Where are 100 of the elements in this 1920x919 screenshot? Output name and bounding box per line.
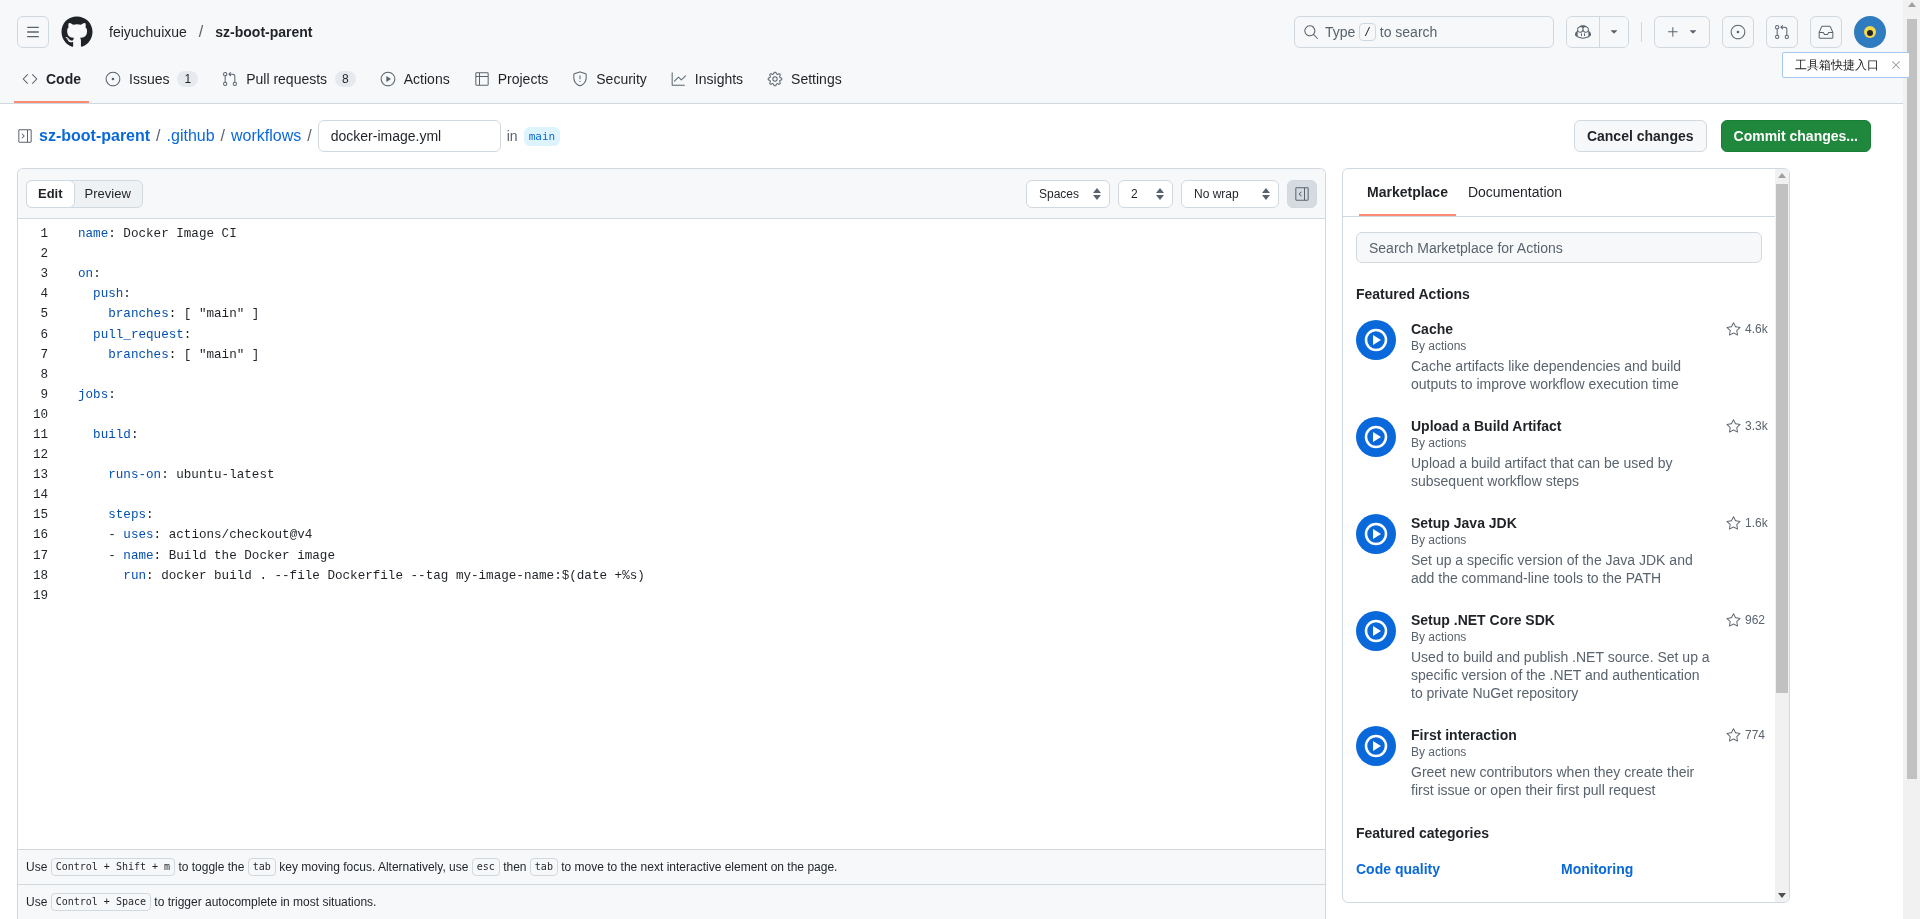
line-number: 3 (39, 267, 48, 282)
wrap-mode-select[interactable]: No wrap (1181, 179, 1279, 208)
graph-icon (670, 71, 687, 87)
file-tree-toggle-icon[interactable] (17, 128, 33, 144)
search-field[interactable]: Type / to search (1294, 16, 1554, 48)
line-number: 13 (31, 468, 48, 483)
repo-link[interactable]: sz-boot-parent (215, 24, 313, 40)
editor-mode-tab[interactable]: Edit (26, 179, 75, 208)
star-count: 4.6k (1745, 322, 1768, 336)
repo-nav-tab[interactable]: Settings (759, 57, 850, 103)
issue-icon (105, 71, 121, 87)
branch-label: main (523, 126, 561, 146)
line-number: 10 (31, 407, 48, 422)
issue-icon (1730, 24, 1746, 40)
action-description: Cache artifacts like dependencies and build outputs to improve workflow execution time (1411, 357, 1683, 393)
table-icon (473, 71, 490, 87)
line-number: 8 (39, 367, 48, 382)
marketplace-search-field[interactable]: Search Marketplace for Actions (1356, 232, 1762, 263)
code-line: name: Docker Image CI (78, 227, 237, 242)
line-number: 1 (39, 227, 48, 242)
code-line: push: (92, 287, 131, 302)
indent-mode-select[interactable]: Spaces (1026, 179, 1110, 208)
action-description: Greet new contributors when they create their first issue or open their first pull request (1411, 763, 1696, 799)
panel-tab[interactable]: Marketplace (1359, 169, 1456, 216)
in-label: in (506, 128, 518, 144)
action-title[interactable]: Upload a Build Artifact (1411, 417, 1711, 435)
action-author: By actions (1411, 532, 1468, 548)
code-icon (22, 71, 38, 87)
page-scrollbar[interactable] (1903, 0, 1920, 919)
inbox-icon (1818, 24, 1834, 40)
octocat-logo-icon[interactable] (61, 16, 93, 48)
line-number: 14 (31, 488, 48, 503)
action-title[interactable]: First interaction (1411, 726, 1711, 744)
keyboard-hint: Use Control + Shift + m to toggle the tab key moving focus. Alternatively, use esc then tab to move to the next interactive element on the page. (26, 858, 838, 876)
close-icon[interactable] (1889, 58, 1903, 72)
inbox-button[interactable] (1810, 16, 1842, 48)
settings-icon (767, 71, 784, 87)
up-down-caret-icon (1156, 187, 1164, 200)
panel-tab[interactable]: Documentation (1459, 169, 1571, 216)
code-line: pull_request: (92, 327, 192, 342)
action-author: By actions (1411, 435, 1468, 451)
section-heading: Featured categories (1356, 825, 1491, 841)
commit-button[interactable]: Commit changes... (1720, 120, 1871, 152)
pull-requests-icon-button[interactable] (1766, 16, 1798, 48)
repo-nav-tab[interactable]: Security (564, 57, 655, 103)
breadcrumb-link[interactable]: sz-boot-parent (39, 127, 151, 145)
owner-link[interactable]: feiyuchuixue (109, 24, 187, 40)
line-number: 9 (39, 387, 48, 402)
line-number: 18 (31, 568, 48, 583)
up-down-caret-icon (1093, 187, 1101, 200)
action-author: By actions (1411, 629, 1468, 645)
repo-nav-tab[interactable]: Projects (465, 57, 557, 103)
code-line: steps: (107, 508, 154, 523)
repo-nav-tab[interactable]: Pull requests 8 (214, 57, 364, 103)
user-avatar[interactable] (1854, 16, 1886, 48)
menu-button[interactable] (17, 16, 49, 48)
indent-size-select[interactable]: 2 (1118, 179, 1173, 208)
action-description: Set up a specific version of the Java JDK and add the command-line tools to the PATH (1411, 551, 1694, 587)
code-line: branches: [ "main" ] (107, 307, 260, 322)
breadcrumb-separator: / (220, 127, 226, 145)
play-icon (1356, 320, 1396, 360)
line-number: 16 (31, 528, 48, 543)
editor-mode-tab[interactable]: Preview (72, 179, 143, 208)
repo-nav-tab[interactable]: Insights (662, 57, 752, 103)
play-icon (379, 71, 396, 87)
star-count: 774 (1745, 728, 1766, 742)
path-separator: / (198, 23, 204, 41)
repo-nav-tab[interactable]: Issues 1 (97, 57, 207, 103)
play-icon (1356, 417, 1396, 457)
shield-icon (572, 71, 589, 87)
keyboard-hint: Use Control + Space to trigger autocomplete in most situations. (26, 893, 377, 911)
line-number: 15 (31, 508, 48, 523)
code-line: branches: [ "main" ] (107, 347, 260, 362)
action-title[interactable]: Cache (1411, 320, 1711, 338)
pull-request-icon (222, 71, 239, 87)
line-number: 4 (39, 287, 48, 302)
panel-scrollbar[interactable] (1775, 169, 1789, 902)
sidebar-icon (1294, 185, 1310, 202)
filename-field[interactable]: docker-image.yml (317, 120, 501, 152)
category-link[interactable]: Code quality (1356, 861, 1561, 877)
breadcrumb-separator: / (156, 127, 161, 145)
section-heading: Featured Actions (1356, 286, 1471, 302)
action-title[interactable]: Setup .NET Core SDK (1411, 611, 1711, 629)
star-icon (1726, 419, 1741, 434)
repo-nav-tab[interactable]: Actions (371, 57, 458, 103)
line-number: 12 (31, 448, 48, 463)
code-line: runs-on: ubuntu-latest (107, 468, 275, 483)
issues-icon-button[interactable] (1722, 16, 1754, 48)
star-count: 3.3k (1745, 419, 1768, 433)
pull-request-icon (1774, 24, 1790, 40)
action-title[interactable]: Setup Java JDK (1411, 514, 1711, 532)
category-link[interactable]: Monitoring (1561, 861, 1762, 877)
breadcrumb-link[interactable]: .github (166, 127, 215, 145)
repo-nav-tab[interactable]: Code (14, 57, 89, 103)
cancel-button[interactable]: Cancel changes (1573, 120, 1707, 152)
copilot-button[interactable] (1566, 16, 1629, 48)
line-number: 6 (39, 327, 48, 342)
breadcrumb-link[interactable]: workflows (231, 127, 302, 145)
breadcrumb-separator: / (307, 127, 312, 145)
sidebar-toggle-button[interactable] (1287, 179, 1317, 208)
